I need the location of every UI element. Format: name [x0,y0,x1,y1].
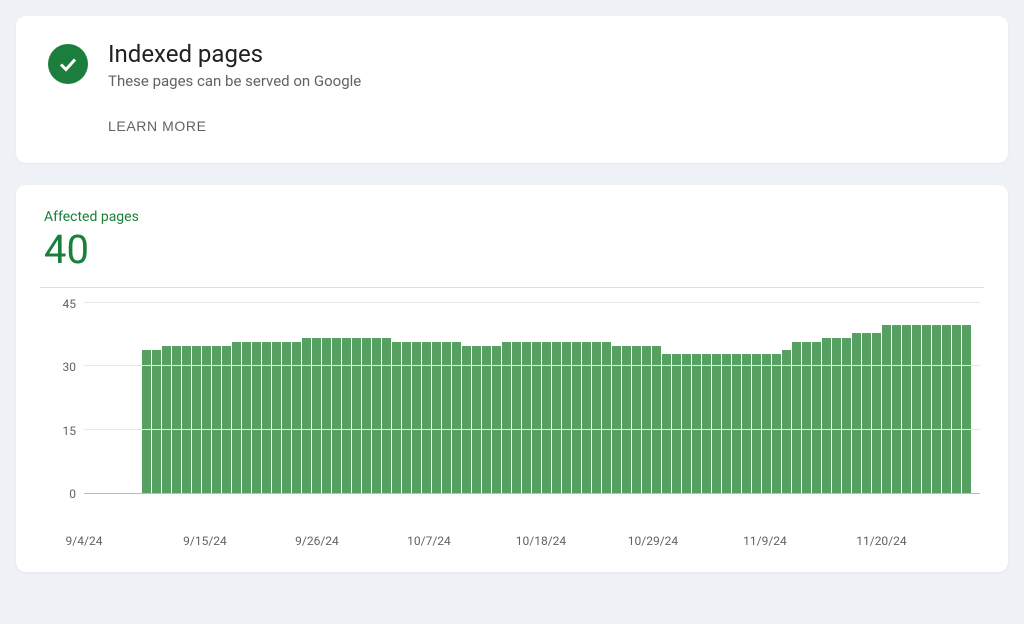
gridline [84,429,980,430]
bar [662,354,671,493]
bar [642,346,651,493]
bar [172,346,181,493]
learn-more-button[interactable]: LEARN MORE [108,118,207,134]
bar [472,346,481,493]
bar [942,325,951,493]
bar [672,354,681,493]
metric-value: 40 [44,227,980,273]
y-tick-label: 30 [63,360,77,374]
bar [822,338,831,493]
bar [742,354,751,493]
bar [222,346,231,493]
indexed-pages-card: Indexed pages These pages can be served … [16,16,1008,163]
plot-area [84,304,980,494]
y-tick-label: 0 [69,487,76,501]
bar [192,346,201,493]
bars-container [84,304,980,493]
bar [372,338,381,493]
x-tick-label: 9/4/24 [66,534,103,548]
bar [722,354,731,493]
bar [212,346,221,493]
chart: 0 15 30 45 [44,296,980,526]
bar [912,325,921,493]
bar [482,346,491,493]
bar [142,350,151,493]
bar [352,338,361,493]
y-tick-label: 15 [63,424,77,438]
bar [762,354,771,493]
bar [832,338,841,493]
page-subtitle: These pages can be served on Google [108,72,976,90]
x-tick-label: 10/7/24 [407,534,451,548]
check-icon [48,44,88,84]
bar [852,333,861,493]
bar [862,333,871,493]
bar [962,325,971,493]
bar [612,346,621,493]
x-tick-label: 9/26/24 [295,534,339,548]
bar [622,346,631,493]
bar [872,333,881,493]
bar [152,350,161,493]
bar [312,338,321,493]
x-tick-label: 10/18/24 [516,534,566,548]
bar [682,354,691,493]
affected-pages-card: Affected pages 40 0 15 30 45 9/4/24 9/15/24 9… [16,185,1008,572]
bar [842,338,851,493]
bar [932,325,941,493]
bar [782,350,791,493]
gridline [84,365,980,366]
bar [732,354,741,493]
bar [462,346,471,493]
x-tick-label: 11/9/24 [743,534,787,548]
bar [892,325,901,493]
bar [362,338,371,493]
gridline [84,302,980,303]
card-header: Indexed pages These pages can be served … [16,16,1008,163]
bar [902,325,911,493]
x-tick-label: 10/29/24 [628,534,678,548]
x-tick-label: 11/20/24 [856,534,906,548]
bar [702,354,711,493]
bar [772,354,781,493]
bar [342,338,351,493]
bar [922,325,931,493]
bar [162,346,171,493]
bar [692,354,701,493]
y-tick-label: 45 [63,297,77,311]
bar [302,338,311,493]
page-title: Indexed pages [108,40,976,68]
bar [712,354,721,493]
metric-label: Affected pages [44,209,980,225]
bar [952,325,961,493]
bar [382,338,391,493]
bar [492,346,501,493]
bar [652,346,661,493]
bar [632,346,641,493]
bar [322,338,331,493]
x-axis: 9/4/249/15/249/26/2410/7/2410/18/2410/29… [84,534,980,552]
bar [202,346,211,493]
bar [882,325,891,493]
bar [752,354,761,493]
y-axis: 0 15 30 45 [44,296,84,526]
x-tick-label: 9/15/24 [183,534,227,548]
divider [40,287,984,288]
bar [332,338,341,493]
bar [182,346,191,493]
